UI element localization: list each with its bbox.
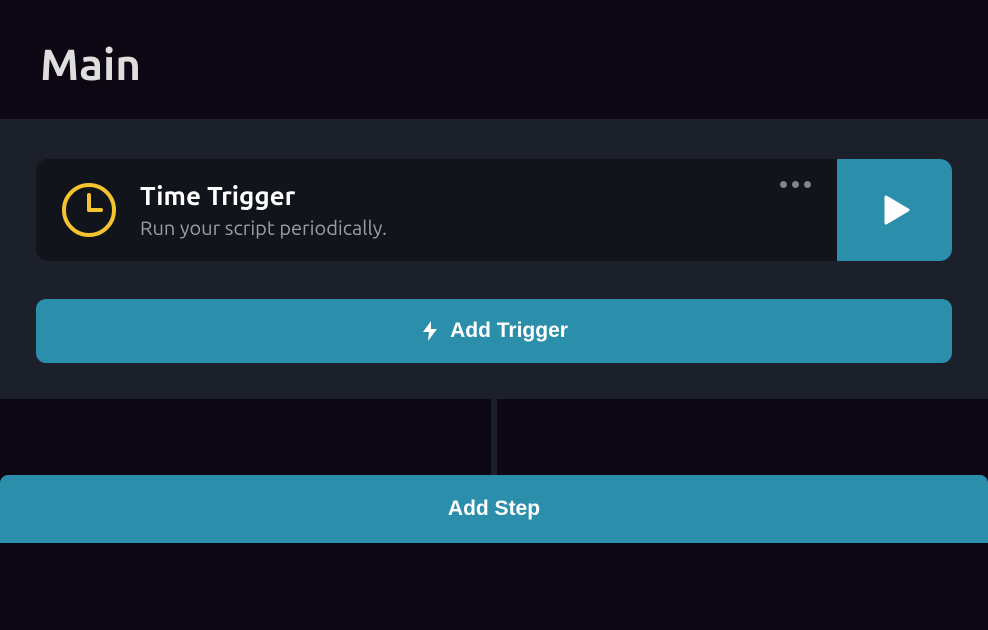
page-title: Main bbox=[40, 40, 948, 89]
more-options-button[interactable] bbox=[754, 181, 837, 188]
header: Main bbox=[0, 0, 988, 119]
add-step-label: Add Step bbox=[448, 497, 540, 520]
trigger-info: Time Trigger Run your script periodicall… bbox=[140, 181, 730, 239]
add-trigger-label: Add Trigger bbox=[450, 319, 568, 343]
triggers-section: Time Trigger Run your script periodicall… bbox=[0, 119, 988, 399]
add-step-button[interactable]: Add Step bbox=[0, 475, 988, 543]
trigger-title: Time Trigger bbox=[140, 181, 730, 210]
play-icon bbox=[874, 189, 916, 231]
trigger-card: Time Trigger Run your script periodicall… bbox=[36, 159, 952, 261]
bolt-icon bbox=[420, 319, 440, 343]
run-button[interactable] bbox=[837, 159, 952, 261]
ellipsis-icon bbox=[780, 181, 811, 188]
clock-icon bbox=[60, 181, 118, 239]
trigger-subtitle: Run your script periodically. bbox=[140, 216, 730, 239]
trigger-card-body[interactable]: Time Trigger Run your script periodicall… bbox=[36, 159, 754, 261]
step-connector bbox=[491, 399, 497, 475]
add-trigger-button[interactable]: Add Trigger bbox=[36, 299, 952, 363]
